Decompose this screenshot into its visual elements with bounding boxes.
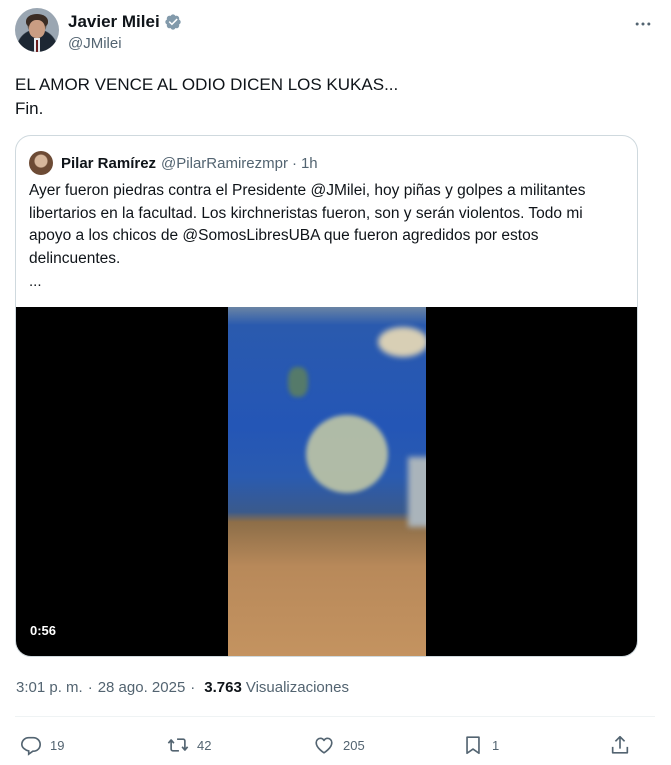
quoted-more-ellipsis: ...	[29, 273, 42, 290]
heart-icon	[315, 737, 333, 754]
tweet-header: Javier Milei @JMilei	[15, 8, 655, 56]
tweet-meta: 3:01 p. m. · 28 ago. 2025 · 3.763 Visual…	[16, 679, 349, 696]
video-player[interactable]: 0:56	[16, 307, 637, 656]
quoted-tweet-card[interactable]: Pilar Ramírez @PilarRamirezmpr · 1h Ayer…	[15, 135, 638, 657]
share-icon	[611, 735, 629, 754]
bookmark-count: 1	[492, 737, 500, 753]
views-count: 3.763	[204, 679, 242, 696]
video-duration: 0:56	[30, 623, 57, 638]
post-time[interactable]: 3:01 p. m.	[16, 679, 83, 696]
quoted-name[interactable]: Pilar Ramírez	[61, 155, 156, 172]
repost-count: 42	[197, 737, 212, 753]
author-name[interactable]: Javier Milei	[68, 12, 160, 32]
bookmark-button[interactable]: 1	[462, 728, 499, 762]
author-handle[interactable]: @JMilei	[68, 35, 122, 53]
reply-count: 19	[50, 737, 65, 753]
more-options-icon[interactable]	[631, 12, 655, 36]
author-avatar[interactable]	[15, 8, 59, 52]
author-name-row[interactable]: Javier Milei	[68, 12, 182, 32]
meta-separator: ·	[87, 679, 93, 696]
verified-badge-icon	[164, 13, 182, 31]
repost-button[interactable]: 42	[167, 728, 211, 762]
reply-icon	[21, 736, 41, 756]
quoted-avatar[interactable]	[29, 151, 53, 175]
quoted-header: Pilar Ramírez @PilarRamirezmpr · 1h	[29, 151, 318, 175]
repost-icon	[167, 738, 189, 752]
quoted-separator: ·	[291, 154, 297, 172]
video-thumbnail	[228, 307, 426, 656]
views-label: Visualizaciones	[245, 679, 349, 696]
quoted-time[interactable]: 1h	[301, 155, 318, 172]
share-button[interactable]	[609, 728, 639, 762]
meta-separator-2: ·	[190, 679, 196, 696]
divider	[15, 716, 655, 717]
tweet-text: EL AMOR VENCE AL ODIO DICEN LOS KUKAS...…	[15, 73, 635, 121]
like-count: 205	[343, 737, 365, 753]
action-bar: 19 42 205 1	[15, 728, 655, 762]
quoted-handle[interactable]: @PilarRamirezmpr	[161, 155, 288, 172]
post-date[interactable]: 28 ago. 2025	[98, 679, 186, 696]
quoted-text: Ayer fueron piedras contra el Presidente…	[29, 182, 586, 267]
reply-button[interactable]: 19	[20, 728, 64, 762]
tweet-line-1: EL AMOR VENCE AL ODIO DICEN LOS KUKAS...	[15, 75, 399, 94]
like-button[interactable]: 205	[313, 728, 365, 762]
tweet-line-2: Fin.	[15, 99, 44, 118]
bookmark-icon	[466, 736, 480, 755]
